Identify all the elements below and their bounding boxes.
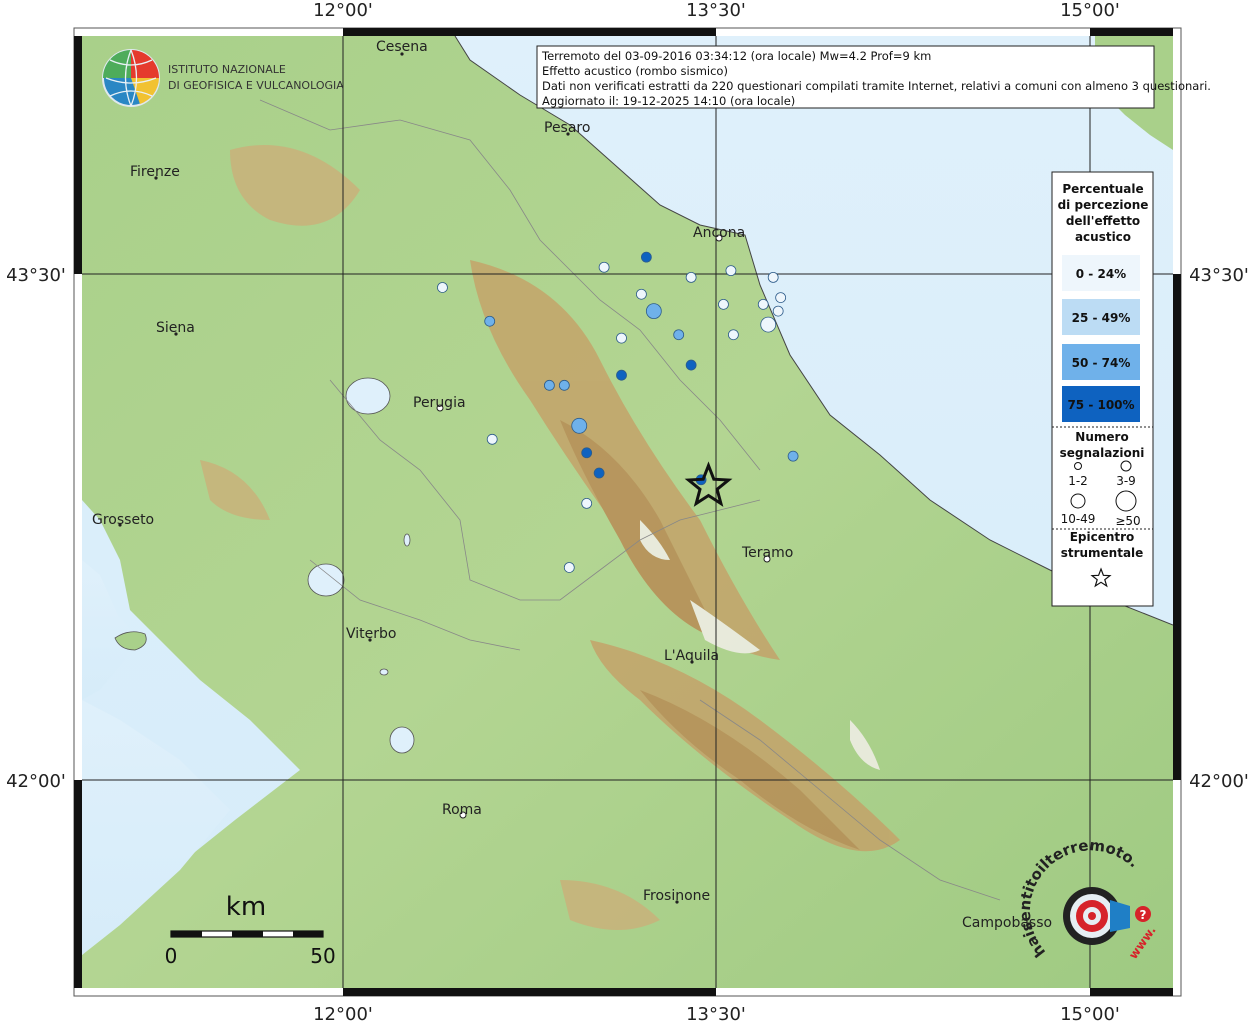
observation-marker <box>685 271 697 283</box>
lon-label-top-1: 12°00' <box>313 0 373 21</box>
observation-marker <box>775 292 787 304</box>
observation-marker <box>787 450 799 462</box>
lon-label-bottom-1: 12°00' <box>313 1004 373 1024</box>
observation-marker <box>636 288 647 300</box>
svg-text:?: ? <box>1140 908 1147 922</box>
observation-marker <box>718 298 729 310</box>
legend-class-0: 0 - 24% <box>1076 267 1126 281</box>
lat-label-left-2: 42°00' <box>6 771 66 792</box>
legend-title-1: Percentuale <box>1062 182 1143 196</box>
city-siena: Siena <box>156 320 195 336</box>
legend-size-2: 3-9 <box>1116 474 1136 488</box>
observation-marker <box>728 329 739 341</box>
legend-class-1: 25 - 49% <box>1072 311 1131 325</box>
svg-text:Frosinone: Frosinone <box>643 888 710 904</box>
observation-marker <box>581 447 593 459</box>
logo-line2: DI GEOFISICA E VULCANOLOGIA <box>168 79 344 92</box>
observation-marker <box>571 417 588 434</box>
legend-class-3: 75 - 100% <box>1067 398 1134 412</box>
svg-text:Pesaro: Pesaro <box>544 120 590 136</box>
observation-marker <box>558 379 570 391</box>
city-ancona: Ancona <box>693 225 745 242</box>
observation-marker <box>725 265 737 277</box>
info-line-3: Dati non verificati estratti da 220 ques… <box>542 79 1211 93</box>
observation-marker <box>598 261 610 273</box>
lon-label-top-3: 15°00' <box>1060 0 1120 21</box>
scale-max: 50 <box>310 944 335 968</box>
observation-marker <box>645 303 662 320</box>
observation-marker <box>685 359 697 371</box>
svg-text:Roma: Roma <box>442 802 482 818</box>
city-laquila: L'Aquila <box>664 648 719 664</box>
lat-label-right-2: 42°00' <box>1189 771 1249 792</box>
city-cesena: Cesena <box>376 39 428 56</box>
city-teramo: Teramo <box>741 545 793 563</box>
intensity-map: 12°00' 13°30' 15°00' 12°00' 13°30' 15°00… <box>0 0 1255 1024</box>
observation-marker <box>593 467 605 479</box>
info-line-1: Terremoto del 03-09-2016 03:34:12 (ora l… <box>541 49 931 63</box>
legend-size-4: ≥50 <box>1115 514 1140 528</box>
legend-epicenter-title-2: strumentale <box>1061 546 1144 560</box>
scale-min: 0 <box>165 944 178 968</box>
svg-text:Teramo: Teramo <box>741 545 793 561</box>
legend-title-2: di percezione <box>1058 198 1149 212</box>
observation-marker <box>673 329 685 341</box>
city-roma: Roma <box>442 802 482 819</box>
lon-label-bottom-3: 15°00' <box>1060 1004 1120 1024</box>
svg-text:Firenze: Firenze <box>130 164 180 180</box>
legend-title-3: dell'effetto <box>1066 214 1140 228</box>
info-line-4: Aggiornato il: 19-12-2025 14:10 (ora loc… <box>542 94 795 108</box>
legend-size-1: 1-2 <box>1068 474 1088 488</box>
lake-bracciano <box>389 726 415 754</box>
lake-trasimeno <box>345 377 391 415</box>
svg-text:Cesena: Cesena <box>376 39 428 55</box>
observation-marker <box>437 282 448 293</box>
city-grosseto: Grosseto <box>92 512 154 528</box>
legend-panel: Percentuale di percezione dell'effetto a… <box>1051 171 1154 607</box>
info-line-2: Effetto acustico (rombo sismico) <box>542 64 728 78</box>
observation-marker <box>616 369 627 381</box>
basemap <box>82 36 1173 988</box>
lat-label-left-1: 43°30' <box>6 265 66 286</box>
info-box: Terremoto del 03-09-2016 03:34:12 (ora l… <box>536 45 1211 109</box>
svg-text:Grosseto: Grosseto <box>92 512 154 528</box>
legend-count-title-1: Numero <box>1075 430 1128 444</box>
observation-marker <box>767 271 779 283</box>
observation-marker <box>581 497 593 509</box>
city-firenze: Firenze <box>130 164 180 180</box>
legend-class-2: 50 - 74% <box>1072 356 1131 370</box>
svg-text:Perugia: Perugia <box>413 395 466 411</box>
svg-text:Siena: Siena <box>156 320 195 336</box>
observation-marker <box>757 298 769 310</box>
observation-marker <box>484 315 496 327</box>
city-perugia: Perugia <box>413 395 466 412</box>
observation-marker <box>543 379 555 391</box>
observation-marker <box>640 251 652 263</box>
observation-marker <box>772 305 784 317</box>
svg-text:L'Aquila: L'Aquila <box>664 648 719 664</box>
logo-line1: ISTITUTO NAZIONALE <box>168 63 286 76</box>
lake-bolsena <box>307 563 345 597</box>
svg-text:Viterbo: Viterbo <box>346 626 396 642</box>
city-campobasso: Campobasso <box>962 915 1052 931</box>
city-frosinone: Frosinone <box>643 888 710 904</box>
lat-label-right-1: 43°30' <box>1189 265 1249 286</box>
svg-text:Ancona: Ancona <box>693 225 745 241</box>
city-viterbo: Viterbo <box>346 626 396 642</box>
observation-marker <box>486 433 498 445</box>
svg-text:Campobasso: Campobasso <box>962 915 1052 931</box>
observation-marker <box>616 332 627 344</box>
legend-epicenter-title-1: Epicentro <box>1070 530 1135 544</box>
legend-size-3: 10-49 <box>1061 512 1096 526</box>
city-pesaro: Pesaro <box>544 120 590 136</box>
lon-label-top-2: 13°30' <box>686 0 746 21</box>
observation-marker <box>563 562 575 573</box>
scale-unit: km <box>226 892 266 922</box>
legend-title-4: acustico <box>1075 230 1131 244</box>
observation-marker <box>760 316 777 333</box>
legend-count-title-2: segnalazioni <box>1060 446 1145 460</box>
lon-label-bottom-2: 13°30' <box>686 1004 746 1024</box>
